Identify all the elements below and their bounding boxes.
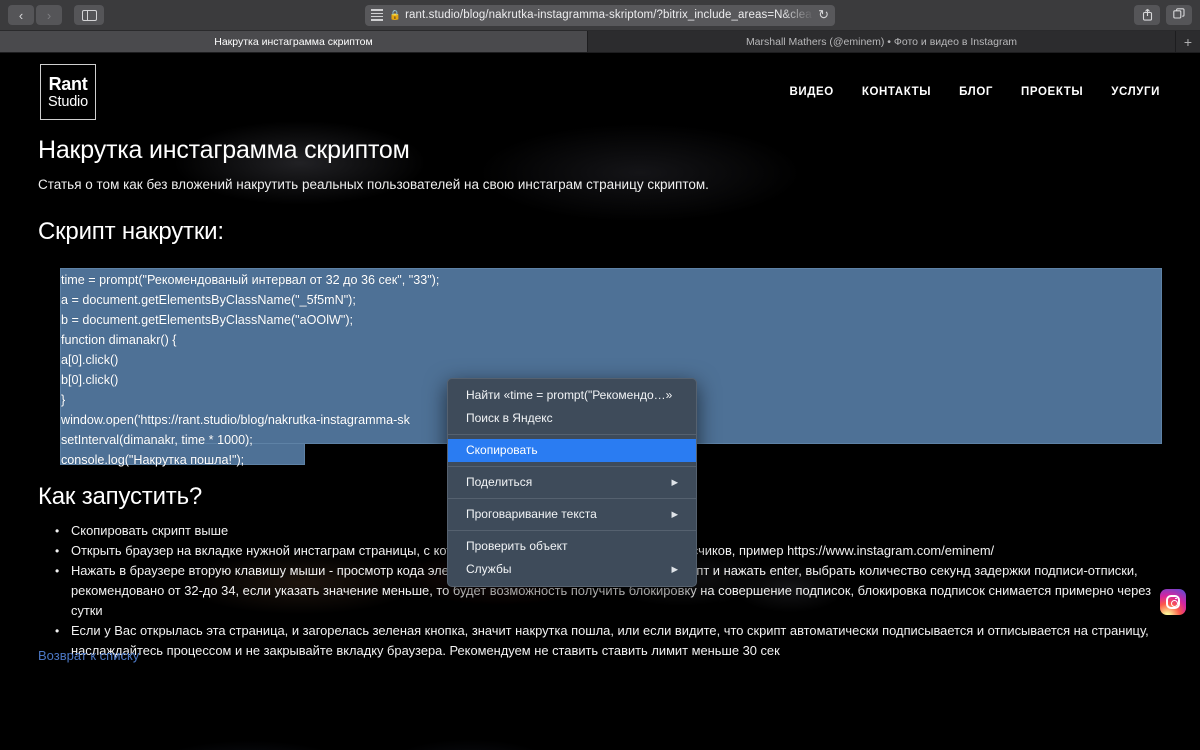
logo-line-1: Rant [48, 73, 88, 94]
main-navigation: ВИДЕО КОНТАКТЫ БЛОГ ПРОЕКТЫ УСЛУГИ [789, 86, 1160, 98]
share-icon [1142, 8, 1153, 23]
site-header: Rant Studio ВИДЕО КОНТАКТЫ БЛОГ ПРОЕКТЫ … [0, 53, 1200, 131]
chevron-right-icon: ▶ [671, 509, 678, 519]
menu-item-label: Службы [466, 562, 512, 576]
site-logo[interactable]: Rant Studio [40, 64, 96, 120]
nav-item-contacts[interactable]: КОНТАКТЫ [862, 86, 931, 98]
lock-icon: 🔒 [389, 9, 402, 21]
tab-overview-icon [1173, 8, 1185, 22]
list-item: Если у Вас открылась эта страница, и заг… [55, 621, 1162, 661]
chevron-right-icon: ▶ [671, 564, 678, 574]
back-button[interactable]: ‹ [8, 5, 34, 25]
address-bar[interactable]: 🔒 rant.studio/blog/nakrutka-instagramma-… [365, 4, 835, 26]
context-menu-item-yandex-search[interactable]: Поиск в Яндекс [448, 407, 696, 430]
article-lede: Статья о том как без вложений накрутить … [38, 177, 709, 192]
menu-item-label: Проверить объект [466, 539, 568, 553]
tab-title: Накрутка инстаграмма скриптом [214, 35, 373, 48]
context-menu-item-find[interactable]: Найти «time = prompt("Рекомендо…» [448, 384, 696, 407]
sidebar-toggle-button[interactable] [74, 5, 104, 25]
tab-overview-button[interactable] [1166, 5, 1192, 25]
instagram-icon[interactable] [1160, 589, 1186, 615]
menu-divider [448, 498, 696, 499]
navigation-buttons: ‹ › [8, 5, 104, 25]
context-menu-item-share[interactable]: Поделиться ▶ [448, 471, 696, 494]
instagram-glyph [1166, 595, 1180, 609]
reload-icon[interactable]: ↻ [818, 7, 829, 23]
nav-item-projects[interactable]: ПРОЕКТЫ [1021, 86, 1083, 98]
nav-item-services[interactable]: УСЛУГИ [1111, 86, 1160, 98]
url-text: rant.studio/blog/nakrutka-instagramma-sk… [405, 9, 812, 21]
menu-divider [448, 530, 696, 531]
menu-item-label: Поиск в Яндекс [466, 411, 553, 425]
address-bar-container: 🔒 rant.studio/blog/nakrutka-instagramma-… [0, 4, 1200, 26]
context-menu-group-search: Найти «time = prompt("Рекомендо…» Поиск … [448, 384, 696, 430]
menu-divider [448, 434, 696, 435]
chevron-left-icon: ‹ [18, 7, 24, 23]
script-code[interactable]: time = prompt("Рекомендованый интервал о… [61, 270, 439, 470]
chevron-right-icon: › [46, 7, 52, 23]
menu-item-label: Скопировать [466, 443, 538, 457]
context-menu-item-speech[interactable]: Проговаривание текста ▶ [448, 503, 696, 526]
page-title: Накрутка инстаграмма скриптом [38, 136, 410, 164]
menu-divider [448, 466, 696, 467]
tab-bar: Накрутка инстаграмма скриптом Marshall M… [0, 31, 1200, 53]
back-to-list-link[interactable]: Возврат к списку [38, 648, 139, 663]
context-menu-item-copy[interactable]: Скопировать [448, 439, 696, 462]
section-heading-script: Скрипт накрутки: [38, 218, 224, 245]
tab-item-0[interactable]: Накрутка инстаграмма скриптом [0, 31, 588, 52]
page-content: Rant Studio ВИДЕО КОНТАКТЫ БЛОГ ПРОЕКТЫ … [0, 53, 1200, 750]
browser-toolbar: ‹ › 🔒 rant.studio/blog/nakrutka-instagra… [0, 0, 1200, 31]
new-tab-button[interactable]: + [1176, 31, 1200, 52]
browser-window: ‹ › 🔒 rant.studio/blog/nakrutka-instagra… [0, 0, 1200, 750]
tab-title: Marshall Mathers (@eminem) • Фото и виде… [745, 35, 1018, 48]
toolbar-right-buttons [1134, 5, 1192, 25]
menu-item-label: Найти «time = prompt("Рекомендо…» [466, 388, 673, 402]
tab-item-1[interactable]: Marshall Mathers (@eminem) • Фото и виде… [588, 31, 1176, 52]
reader-view-icon[interactable] [371, 9, 383, 21]
chevron-right-icon: ▶ [671, 477, 678, 487]
menu-item-label: Поделиться [466, 475, 533, 489]
context-menu-group-tools: Проверить объект Службы ▶ [448, 535, 696, 581]
nav-item-blog[interactable]: БЛОГ [959, 86, 993, 98]
context-menu-item-services[interactable]: Службы ▶ [448, 558, 696, 581]
share-button[interactable] [1134, 5, 1160, 25]
logo-line-2: Studio [48, 93, 88, 110]
sidebar-icon [81, 9, 97, 21]
url-display: 🔒 rant.studio/blog/nakrutka-instagramma-… [387, 9, 814, 21]
forward-button[interactable]: › [36, 5, 62, 25]
menu-item-label: Проговаривание текста [466, 507, 597, 521]
nav-item-video[interactable]: ВИДЕО [789, 86, 833, 98]
context-menu: Найти «time = prompt("Рекомендо…» Поиск … [447, 378, 697, 587]
context-menu-item-inspect[interactable]: Проверить объект [448, 535, 696, 558]
